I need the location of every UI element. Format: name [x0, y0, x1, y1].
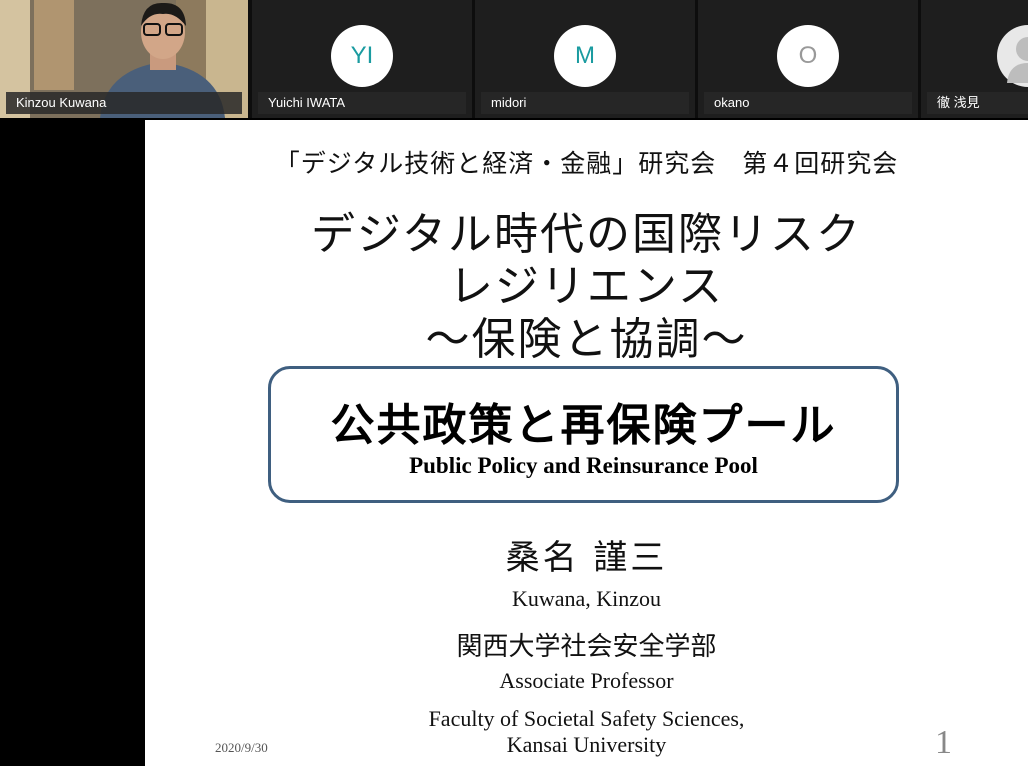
participant-name: Yuichi IWATA: [258, 92, 466, 114]
participant-name: okano: [704, 92, 912, 114]
author-name-english: Kuwana, Kinzou: [511, 586, 662, 611]
participant-name: midori: [481, 92, 689, 114]
position-english: Associate Professor: [499, 668, 674, 693]
author-name-japanese: 桑名 謹三: [505, 538, 668, 578]
avatar: O: [777, 25, 839, 87]
avatar-initials: O: [798, 42, 818, 69]
avatar: M: [554, 25, 616, 87]
slide-title-line-3: 〜保険と協調〜: [425, 314, 748, 365]
participant-tile-midori[interactable]: M midori: [475, 0, 695, 118]
participant-strip: Kinzou Kuwana YI Yuichi IWATA M midori O…: [0, 0, 1028, 118]
avatar: YI: [331, 25, 393, 87]
affiliation-japanese: 関西大学社会安全学部: [456, 632, 717, 662]
subtitle-box: 公共政策と再保険プール Public Policy and Reinsuranc…: [268, 366, 899, 503]
person-icon: [997, 25, 1028, 87]
subtitle-english: Public Policy and Reinsurance Pool: [409, 453, 758, 478]
participant-tile-okano[interactable]: O okano: [698, 0, 918, 118]
slide-page-number: 1: [935, 724, 952, 761]
participant-tile-yuichi[interactable]: YI Yuichi IWATA: [252, 0, 472, 118]
faculty-english-line-1: Faculty of Societal Safety Sciences,: [428, 706, 745, 731]
avatar-initials: M: [575, 42, 595, 69]
seminar-series-title: 「デジタル技術と経済・金融」研究会 第４回研究会: [274, 149, 899, 178]
avatar-initials: YI: [350, 42, 374, 69]
subtitle-japanese: 公共政策と再保険プール: [330, 400, 837, 451]
participant-name: Kinzou Kuwana: [6, 92, 242, 114]
faculty-english-line-2: Kansai University: [506, 732, 667, 757]
participant-tile-asami[interactable]: 徹 浅見: [921, 0, 1028, 118]
participant-name: 徹 浅見: [927, 92, 1028, 114]
presentation-slide: 「デジタル技術と経済・金融」研究会 第４回研究会 デジタル時代の国際リスク レジ…: [145, 120, 1028, 766]
participant-tile-kinzou[interactable]: Kinzou Kuwana: [0, 0, 248, 118]
person-silhouette-icon: [1007, 37, 1028, 83]
slide-date: 2020/9/30: [215, 740, 268, 755]
